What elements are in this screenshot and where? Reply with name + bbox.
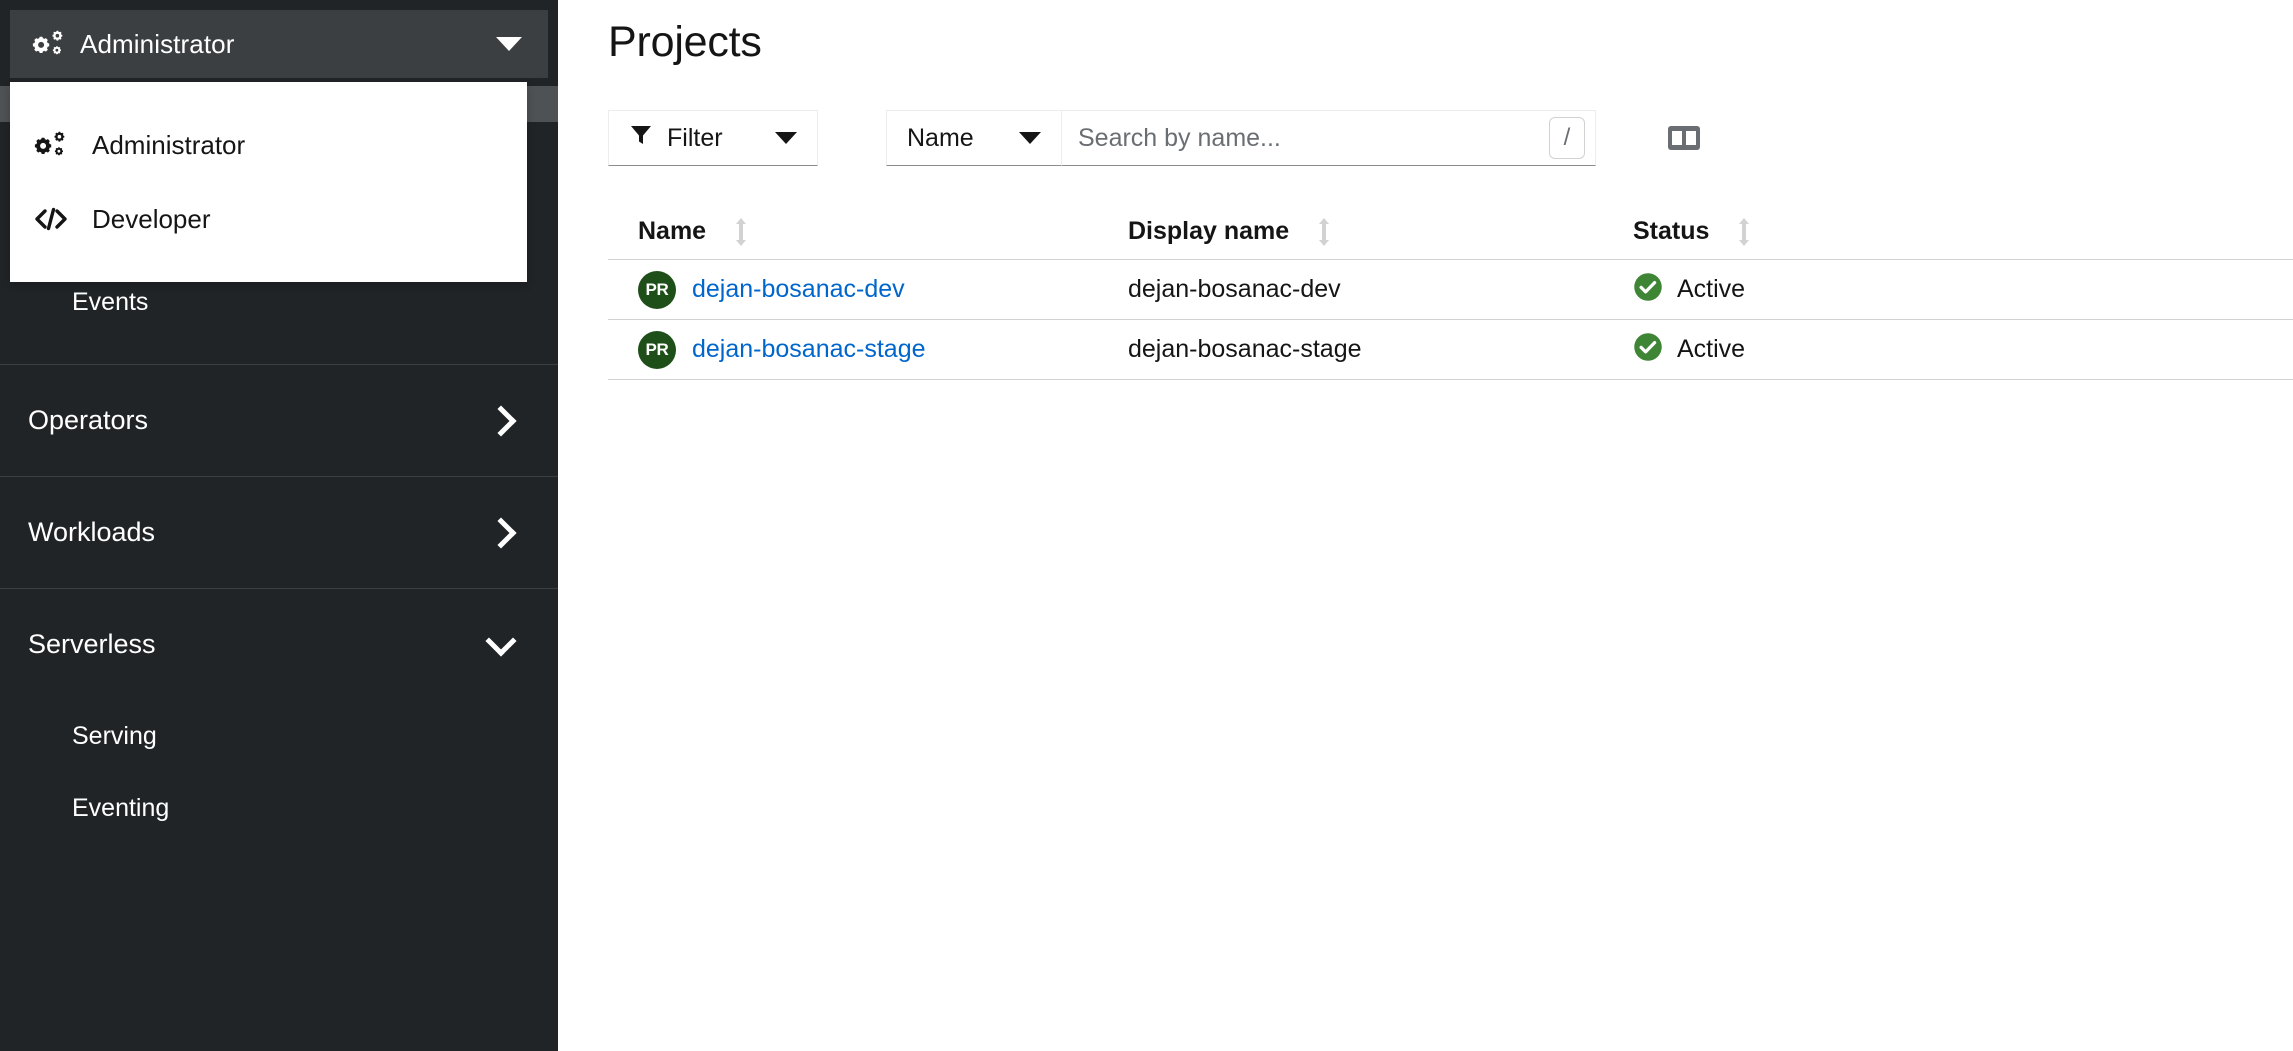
- sort-icon[interactable]: [732, 217, 750, 247]
- cell-status: Active: [1633, 272, 2293, 307]
- filter-label: Filter: [667, 123, 723, 152]
- column-header-label: Status: [1633, 217, 1710, 245]
- sidebar-section-label: Serverless: [28, 629, 156, 659]
- cell-display-name: dejan-bosanac-dev: [1128, 275, 1341, 303]
- check-circle-icon: [1633, 332, 1663, 367]
- page-title: Projects: [608, 18, 762, 66]
- sort-icon[interactable]: [1735, 217, 1753, 247]
- search-group: Name /: [886, 110, 1596, 166]
- project-link[interactable]: dejan-bosanac-dev: [692, 275, 905, 304]
- sort-icon[interactable]: [1315, 217, 1333, 247]
- table-row[interactable]: PR dejan-bosanac-stage dejan-bosanac-sta…: [608, 320, 2293, 380]
- column-header-display-name[interactable]: Display name: [1128, 217, 1633, 247]
- status-label: Active: [1677, 335, 1746, 363]
- project-link[interactable]: dejan-bosanac-stage: [692, 335, 926, 364]
- cell-status: Active: [1633, 332, 2293, 367]
- search-shortcut-badge: /: [1549, 117, 1585, 159]
- projects-table: Name Display name Status PR dejan-bosana…: [608, 204, 2293, 380]
- project-badge: PR: [638, 330, 676, 369]
- sidebar-section-operators[interactable]: Operators: [0, 364, 558, 476]
- chevron-right-icon: [485, 516, 517, 549]
- sidebar-section-label: Operators: [28, 405, 149, 435]
- filter-icon: [629, 123, 653, 154]
- cell-name: PR dejan-bosanac-stage: [608, 330, 1128, 369]
- cell-display-name: dejan-bosanac-stage: [1128, 335, 1362, 363]
- sidebar-item-eventing[interactable]: Eventing: [0, 772, 558, 844]
- perspective-switcher-button[interactable]: Administrator: [10, 10, 548, 78]
- chevron-right-icon: [485, 404, 517, 437]
- table-row[interactable]: PR dejan-bosanac-dev dejan-bosanac-dev A…: [608, 260, 2293, 320]
- console-root: Administrator Search API Explorer Events…: [0, 0, 2293, 1051]
- column-header-name[interactable]: Name: [608, 217, 1128, 247]
- chevron-down-icon: [775, 132, 797, 144]
- chevron-down-icon: [496, 37, 522, 51]
- toolbar: Filter Name /: [608, 110, 2293, 166]
- perspective-option-label: Developer: [92, 203, 211, 234]
- column-header-status[interactable]: Status: [1633, 217, 2293, 247]
- gears-icon: [34, 130, 74, 160]
- search-attribute-dropdown[interactable]: Name: [886, 110, 1061, 166]
- search-attribute-label: Name: [907, 123, 974, 152]
- perspective-option-label: Administrator: [92, 129, 246, 160]
- cell-name: PR dejan-bosanac-dev: [608, 270, 1128, 309]
- perspective-option-administrator[interactable]: Administrator: [10, 108, 527, 182]
- project-badge: PR: [638, 270, 676, 309]
- column-header-label: Display name: [1128, 217, 1290, 245]
- main-content: Projects Filter Name /: [558, 0, 2293, 1051]
- perspective-dropdown-menu: Administrator Developer: [10, 82, 527, 282]
- sidebar-section-workloads[interactable]: Workloads: [0, 476, 558, 588]
- search-field-wrapper[interactable]: /: [1061, 110, 1596, 166]
- search-input[interactable]: [1078, 123, 1549, 153]
- sidebar-item-label: Events: [72, 287, 149, 316]
- perspective-option-developer[interactable]: Developer: [10, 182, 527, 256]
- sidebar-section-serverless[interactable]: Serverless: [0, 588, 558, 700]
- chevron-down-icon: [485, 624, 517, 657]
- check-circle-icon: [1633, 272, 1663, 307]
- gears-icon: [32, 29, 66, 59]
- filter-dropdown-button[interactable]: Filter: [608, 110, 818, 166]
- chevron-down-icon: [1019, 132, 1041, 144]
- sidebar-item-serving[interactable]: Serving: [0, 700, 558, 772]
- sidebar: Administrator Search API Explorer Events…: [0, 0, 558, 1051]
- column-header-label: Name: [638, 217, 707, 245]
- perspective-current-label: Administrator: [80, 28, 235, 59]
- table-header-row: Name Display name Status: [608, 204, 2293, 260]
- sidebar-item-label: Serving: [72, 721, 157, 750]
- sidebar-item-label: Eventing: [72, 793, 170, 822]
- code-icon: [34, 206, 74, 232]
- status-label: Active: [1677, 275, 1746, 303]
- sidebar-section-label: Workloads: [28, 517, 156, 547]
- column-management-button[interactable]: [1662, 116, 1706, 160]
